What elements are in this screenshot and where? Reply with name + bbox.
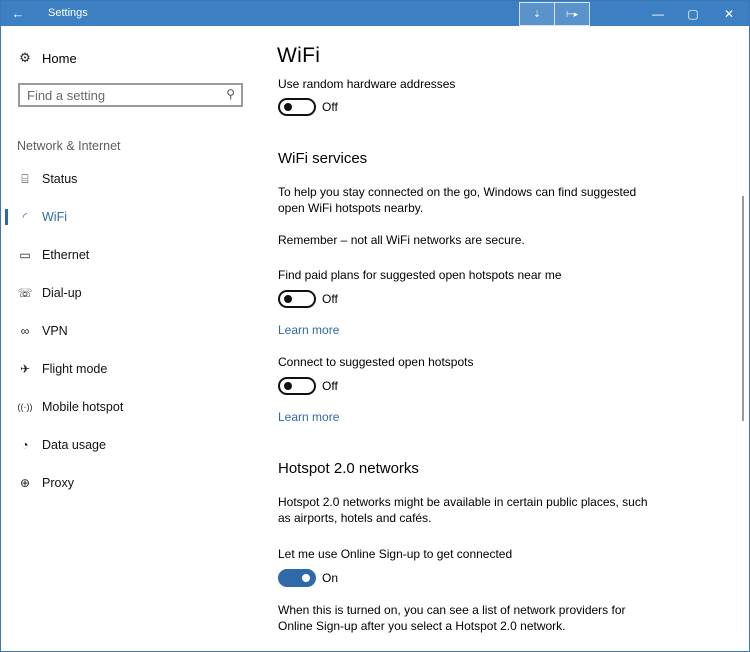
sidebar-item-label: Status [42, 172, 78, 186]
sidebar-item-label: Ethernet [42, 248, 90, 262]
main-content: WiFi Use random hardware addresses Off W… [259, 26, 737, 651]
sidebar-item-label: Proxy [42, 476, 74, 490]
globe-icon: ⊕ [19, 476, 31, 490]
home-nav-item[interactable]: ⚙ Home [17, 50, 77, 66]
toggle-knob [284, 103, 292, 111]
airplane-icon: ✈ [19, 362, 31, 376]
back-button[interactable]: ← [1, 1, 35, 26]
random-hw-state: Off [322, 100, 338, 114]
page-title: WiFi [277, 44, 321, 67]
online-signup-description: When this is turned on, you can see a li… [278, 603, 626, 633]
sidebar-item-label: WiFi [42, 210, 67, 224]
hotspot-heading: Hotspot 2.0 networks [278, 460, 419, 477]
learn-more-link[interactable]: Learn more [278, 410, 339, 424]
hotspot-description: Hotspot 2.0 networks might be available … [278, 495, 648, 525]
online-signup-toggle[interactable] [278, 569, 316, 587]
maximize-icon: ▢ [687, 6, 699, 21]
toggle-knob [284, 295, 292, 303]
search-input[interactable] [27, 88, 217, 103]
sidebar: ⚙ Home ⚲ Network & Internet ⌸ Status ◜ W… [1, 26, 259, 651]
sidebar-item-proxy[interactable]: ⊕ Proxy [1, 464, 259, 502]
remember-note: Remember – not all WiFi networks are sec… [278, 233, 525, 247]
minimize-button[interactable]: — [641, 1, 675, 26]
random-hw-toggle[interactable] [278, 98, 316, 116]
connect-hotspots-state: Off [322, 379, 338, 393]
close-button[interactable]: ✕ [712, 1, 746, 26]
wifi-services-heading: WiFi services [278, 150, 368, 167]
sidebar-item-label: Dial-up [42, 286, 82, 300]
paid-plans-label: Find paid plans for suggested open hotsp… [278, 268, 562, 282]
sidebar-item-ethernet[interactable]: ▭ Ethernet [1, 236, 259, 274]
status-icon: ⌸ [21, 171, 29, 186]
paid-plans-state: Off [322, 292, 338, 306]
sidebar-item-label: Data usage [42, 438, 106, 452]
paid-plans-toggle[interactable] [278, 290, 316, 308]
vertical-scrollbar[interactable] [742, 196, 744, 421]
connect-hotspots-label: Connect to suggested open hotspots [278, 355, 474, 369]
sidebar-item-dial-up[interactable]: ☏ Dial-up [1, 274, 259, 312]
online-signup-state: On [322, 571, 339, 585]
wifi-services-description: To help you stay connected on the go, Wi… [278, 185, 637, 215]
back-arrow-icon: ← [11, 6, 25, 21]
roll-down-button[interactable]: ⇣ [520, 3, 555, 25]
sidebar-item-flight-mode[interactable]: ✈ Flight mode [1, 350, 259, 388]
connect-hotspots-toggle[interactable] [278, 377, 316, 395]
wifi-icon: ◜ [22, 210, 28, 224]
gear-icon: ⚙ [19, 50, 31, 65]
pin-icon: ⊢▸ [565, 8, 579, 19]
ethernet-icon: ▭ [19, 248, 31, 262]
random-hw-label: Use random hardware addresses [278, 77, 456, 91]
online-signup-label: Let me use Online Sign-up to get connect… [278, 547, 513, 561]
hotspot-icon: ((·)) [17, 402, 33, 412]
sidebar-item-wifi[interactable]: ◜ WiFi [1, 198, 259, 236]
search-box[interactable]: ⚲ [18, 83, 243, 107]
sidebar-item-label: Mobile hotspot [42, 400, 124, 414]
home-label: Home [42, 50, 77, 66]
sidebar-item-label: Flight mode [42, 362, 108, 376]
pin-button[interactable]: ⊢▸ [555, 3, 589, 25]
maximize-button[interactable]: ▢ [676, 1, 710, 26]
sidebar-nav: ⌸ Status ◜ WiFi ▭ Ethernet ☏ Dial-up ∞ V… [1, 160, 259, 502]
sidebar-item-mobile-hotspot[interactable]: ((·)) Mobile hotspot [1, 388, 259, 426]
window-title: Settings [48, 7, 88, 19]
toggle-knob [302, 574, 310, 582]
data-usage-icon: ◔ [21, 438, 29, 452]
active-indicator [5, 209, 8, 225]
title-bar[interactable]: ← Settings ⇣ ⊢▸ — ▢ ✕ [1, 1, 749, 26]
search-icon[interactable]: ⚲ [226, 87, 235, 101]
settings-window: ← Settings ⇣ ⊢▸ — ▢ ✕ ⚙ Home ⚲ [0, 0, 750, 652]
sidebar-item-vpn[interactable]: ∞ VPN [1, 312, 259, 350]
toggle-knob [284, 382, 292, 390]
dial-up-icon: ☏ [17, 286, 33, 300]
sidebar-item-status[interactable]: ⌸ Status [1, 160, 259, 198]
close-icon: ✕ [723, 6, 735, 21]
arrow-down-icon: ⇣ [533, 8, 541, 19]
minimize-icon: — [652, 6, 664, 21]
sidebar-item-data-usage[interactable]: ◔ Data usage [1, 426, 259, 464]
section-label: Network & Internet [17, 139, 121, 153]
titlebar-extra-buttons: ⇣ ⊢▸ [519, 2, 590, 26]
vpn-icon: ∞ [20, 324, 30, 338]
sidebar-item-label: VPN [42, 324, 68, 338]
learn-more-link[interactable]: Learn more [278, 323, 339, 337]
